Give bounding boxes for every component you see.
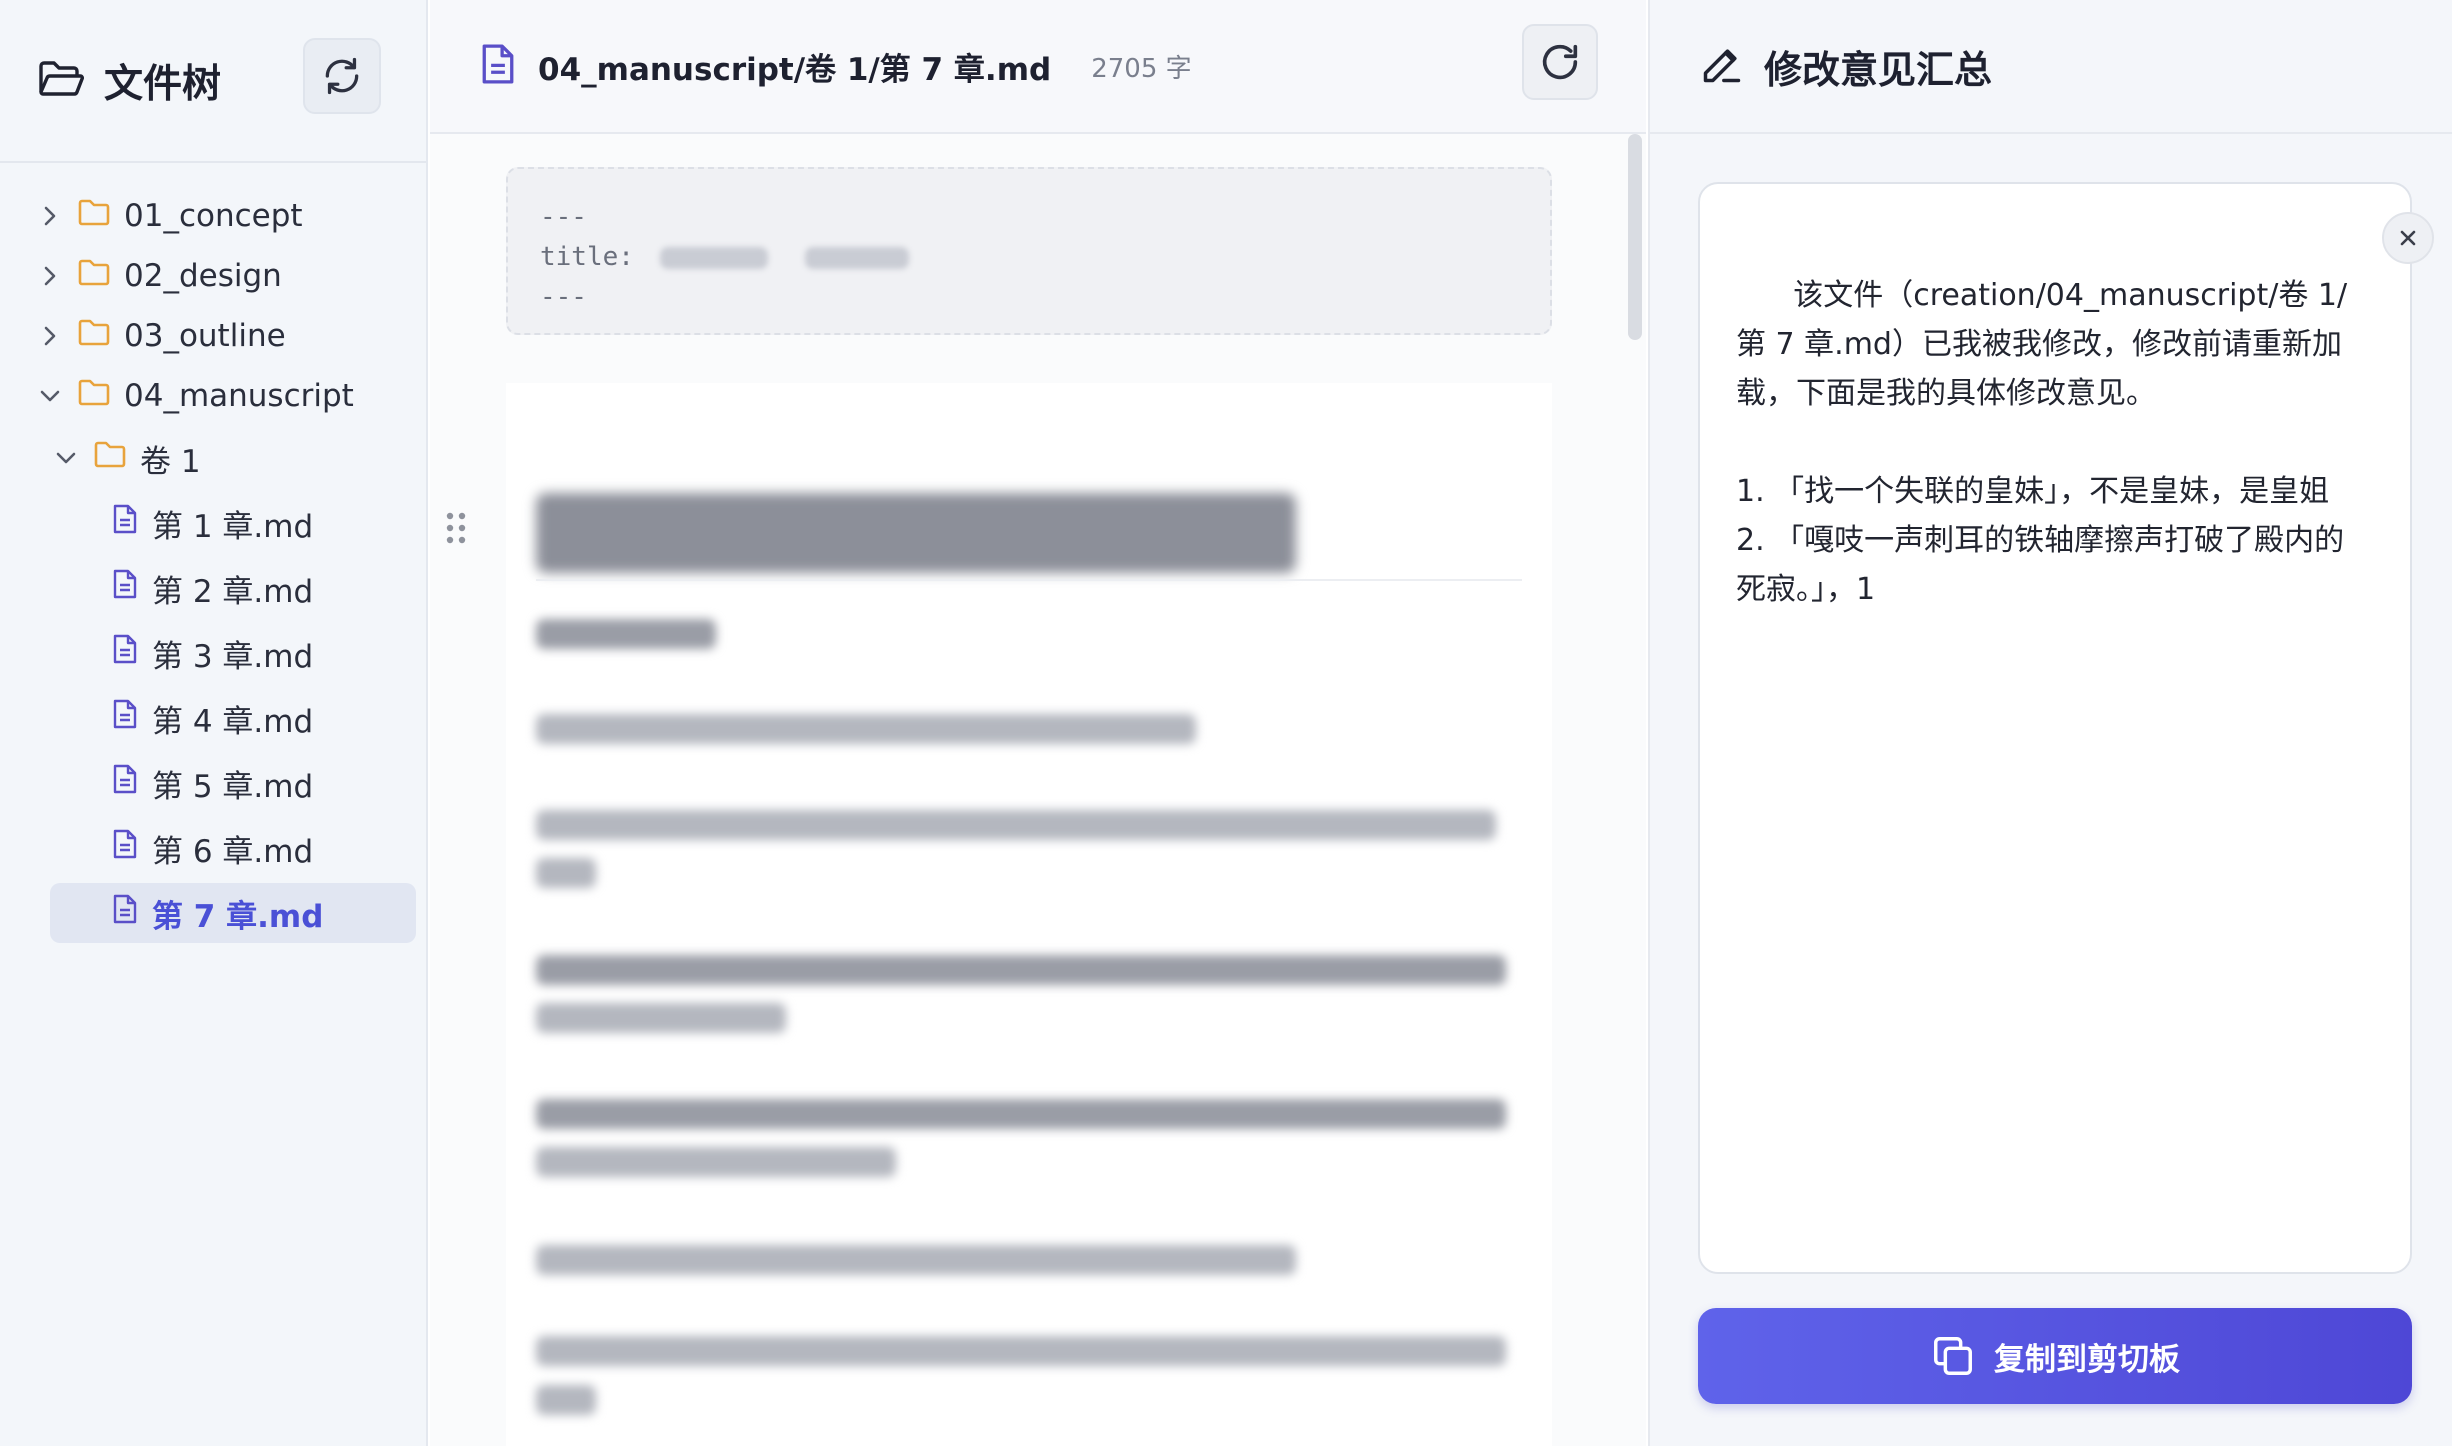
- redacted-paragraph: [536, 619, 716, 649]
- review-comment-text: 该文件（creation/04_manuscript/卷 1/第 7 章.md）…: [1736, 278, 2348, 607]
- tree-file-chapter-1[interactable]: 第 1 章.md: [0, 493, 428, 553]
- redacted-paragraph: [536, 1003, 786, 1033]
- frontmatter-block[interactable]: --- title: ---: [506, 167, 1552, 335]
- redacted-paragraph: [536, 714, 1196, 744]
- tree-item-label: 第 2 章.md: [152, 573, 314, 610]
- document-body[interactable]: [506, 383, 1552, 1446]
- file-document-icon: [112, 698, 138, 738]
- refresh-tree-button[interactable]: [303, 38, 381, 114]
- drag-handle-icon[interactable]: [444, 510, 468, 546]
- redacted-paragraph: [536, 1099, 1506, 1129]
- markdown-editor: 04_manuscript/卷 1/第 7 章.md 2705 字 --- ti…: [430, 0, 1646, 1446]
- reload-file-button[interactable]: [1522, 24, 1598, 100]
- editor-header: 04_manuscript/卷 1/第 7 章.md 2705 字: [430, 0, 1646, 134]
- folder-icon: [78, 198, 110, 234]
- redacted-text: [659, 246, 768, 269]
- sidebar-header: 文件树: [0, 0, 426, 163]
- folder-icon: [94, 440, 126, 476]
- tree-folder-volume-1[interactable]: 卷 1: [0, 428, 428, 488]
- redacted-text: [805, 246, 910, 269]
- frontmatter-title-line: title:: [540, 237, 1518, 277]
- pencil-icon: [1700, 42, 1744, 90]
- tree-folder-04-manuscript[interactable]: 04_manuscript: [0, 366, 428, 426]
- chevron-right-icon: [38, 325, 62, 347]
- review-title: 修改意见汇总: [1764, 47, 1993, 92]
- chevron-down-icon: [54, 451, 78, 465]
- folder-icon: [78, 318, 110, 354]
- tree-item-label: 第 7 章.md: [152, 898, 324, 935]
- clear-comment-button[interactable]: [2382, 212, 2434, 264]
- editor-scrollbar[interactable]: [1628, 134, 1642, 340]
- tree-item-label: 04_manuscript: [124, 378, 354, 414]
- tree-item-label: 第 6 章.md: [152, 833, 314, 870]
- tree-file-chapter-3[interactable]: 第 3 章.md: [0, 623, 428, 683]
- chevron-right-icon: [38, 265, 62, 287]
- folder-icon: [78, 378, 110, 414]
- folder-open-icon: [38, 59, 84, 103]
- redacted-paragraph: [536, 1147, 896, 1177]
- tree-file-chapter-4[interactable]: 第 4 章.md: [0, 688, 428, 748]
- tree-item-label: 第 1 章.md: [152, 508, 314, 545]
- tree-item-label: 01_concept: [124, 198, 303, 234]
- copy-to-clipboard-button[interactable]: 复制到剪切板: [1698, 1308, 2412, 1404]
- folder-icon: [78, 258, 110, 294]
- file-document-icon: [112, 828, 138, 868]
- redacted-paragraph: [536, 955, 1506, 985]
- tree-file-chapter-2[interactable]: 第 2 章.md: [0, 558, 428, 618]
- review-comment-textarea[interactable]: 该文件（creation/04_manuscript/卷 1/第 7 章.md）…: [1698, 182, 2434, 1274]
- redacted-paragraph: [536, 858, 596, 888]
- file-document-icon: [112, 568, 138, 608]
- tree-file-chapter-5[interactable]: 第 5 章.md: [0, 753, 428, 813]
- frontmatter-open: ---: [540, 202, 587, 232]
- review-panel: 修改意见汇总 该文件（creation/04_manuscript/卷 1/第 …: [1648, 0, 2452, 1446]
- frontmatter-title-key: title:: [540, 242, 634, 272]
- tree-item-label: 03_outline: [124, 318, 286, 354]
- tree-item-label: 第 5 章.md: [152, 768, 314, 805]
- file-document-icon: [480, 42, 516, 90]
- close-icon: [2400, 230, 2416, 246]
- redacted-paragraph: [536, 1336, 1506, 1366]
- redacted-paragraph: [536, 1385, 596, 1415]
- frontmatter-close: ---: [540, 282, 587, 312]
- redacted-heading: [536, 493, 1296, 573]
- tree-file-chapter-6[interactable]: 第 6 章.md: [0, 818, 428, 878]
- file-document-icon: [112, 763, 138, 803]
- file-document-icon: [112, 893, 138, 933]
- reload-icon: [1542, 44, 1578, 80]
- redacted-paragraph: [536, 810, 1496, 840]
- sidebar-title: 文件树: [104, 61, 222, 107]
- tree-file-chapter-7[interactable]: 第 7 章.md: [50, 883, 416, 943]
- file-tree-sidebar: 文件树 01_concept 02_design 03_outline 04_m…: [0, 0, 428, 1446]
- chevron-right-icon: [38, 205, 62, 227]
- tree-item-label: 第 4 章.md: [152, 703, 314, 740]
- tree-item-label: 卷 1: [140, 443, 201, 480]
- review-header: 修改意见汇总: [1650, 0, 2452, 134]
- char-count: 2705 字: [1091, 53, 1192, 84]
- tree-folder-03-outline[interactable]: 03_outline: [0, 306, 428, 366]
- file-document-icon: [112, 503, 138, 543]
- refresh-icon: [325, 57, 359, 95]
- tree-item-label: 02_design: [124, 258, 282, 294]
- redacted-paragraph: [536, 1245, 1296, 1275]
- tree-item-label: 第 3 章.md: [152, 638, 314, 675]
- copy-icon: [1934, 1337, 1972, 1375]
- app-root: 文件树 01_concept 02_design 03_outline 04_m…: [0, 0, 2452, 1446]
- chevron-down-icon: [38, 389, 62, 403]
- file-document-icon: [112, 633, 138, 673]
- tree-folder-01-concept[interactable]: 01_concept: [0, 186, 428, 246]
- heading-divider: [536, 579, 1522, 581]
- editor-filename: 04_manuscript/卷 1/第 7 章.md: [538, 51, 1052, 88]
- copy-button-label: 复制到剪切板: [1994, 1341, 2180, 1378]
- tree-folder-02-design[interactable]: 02_design: [0, 246, 428, 306]
